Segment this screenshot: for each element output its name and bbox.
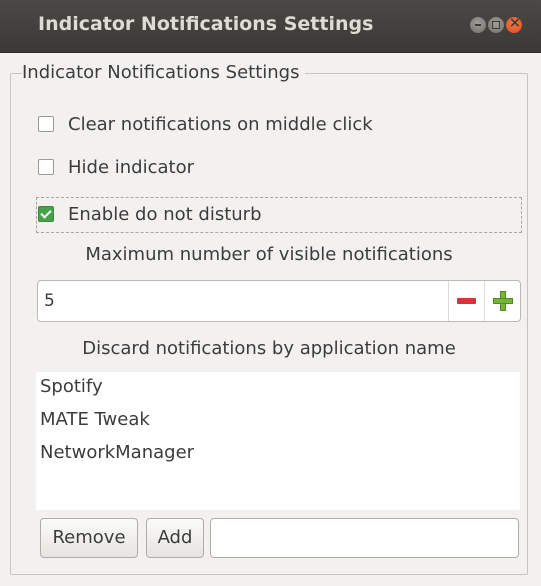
clear-on-middle-click-label: Clear notifications on middle click xyxy=(68,113,373,135)
frame-title: Indicator Notifications Settings xyxy=(22,62,306,83)
add-button[interactable]: Add xyxy=(146,518,204,558)
do-not-disturb-label: Enable do not disturb xyxy=(68,203,262,225)
list-item[interactable]: MATE Tweak xyxy=(40,409,150,430)
list-item[interactable]: Spotify xyxy=(40,376,103,397)
application-name-input[interactable] xyxy=(210,518,519,558)
blacklist-label: Discard notifications by application nam… xyxy=(82,338,456,359)
decrement-button[interactable] xyxy=(448,281,485,321)
close-icon[interactable] xyxy=(506,15,522,33)
max-visible-spinbutton[interactable]: 5 xyxy=(37,280,521,322)
max-visible-value[interactable]: 5 xyxy=(44,291,55,311)
clear-on-middle-click-checkbox[interactable] xyxy=(38,116,54,132)
list-item[interactable]: NetworkManager xyxy=(40,442,194,463)
minus-icon xyxy=(457,298,476,304)
maximize-icon[interactable] xyxy=(488,17,504,33)
remove-button[interactable]: Remove xyxy=(40,518,138,558)
do-not-disturb-checkbox[interactable] xyxy=(38,206,54,222)
minimize-icon[interactable] xyxy=(470,17,486,33)
hide-indicator-checkbox[interactable] xyxy=(38,159,54,175)
hide-indicator-label: Hide indicator xyxy=(68,156,194,178)
plus-icon xyxy=(493,291,513,311)
window-title: Indicator Notifications Settings xyxy=(38,13,374,35)
max-visible-label: Maximum number of visible notifications xyxy=(85,244,453,265)
do-not-disturb-option[interactable]: Enable do not disturb xyxy=(38,199,262,229)
clear-on-middle-click-option[interactable]: Clear notifications on middle click xyxy=(38,109,373,139)
hide-indicator-option[interactable]: Hide indicator xyxy=(38,152,194,182)
application-list[interactable]: Spotify MATE Tweak NetworkManager xyxy=(36,372,520,510)
title-bar[interactable]: Indicator Notifications Settings xyxy=(0,0,541,53)
increment-button[interactable] xyxy=(484,281,521,321)
